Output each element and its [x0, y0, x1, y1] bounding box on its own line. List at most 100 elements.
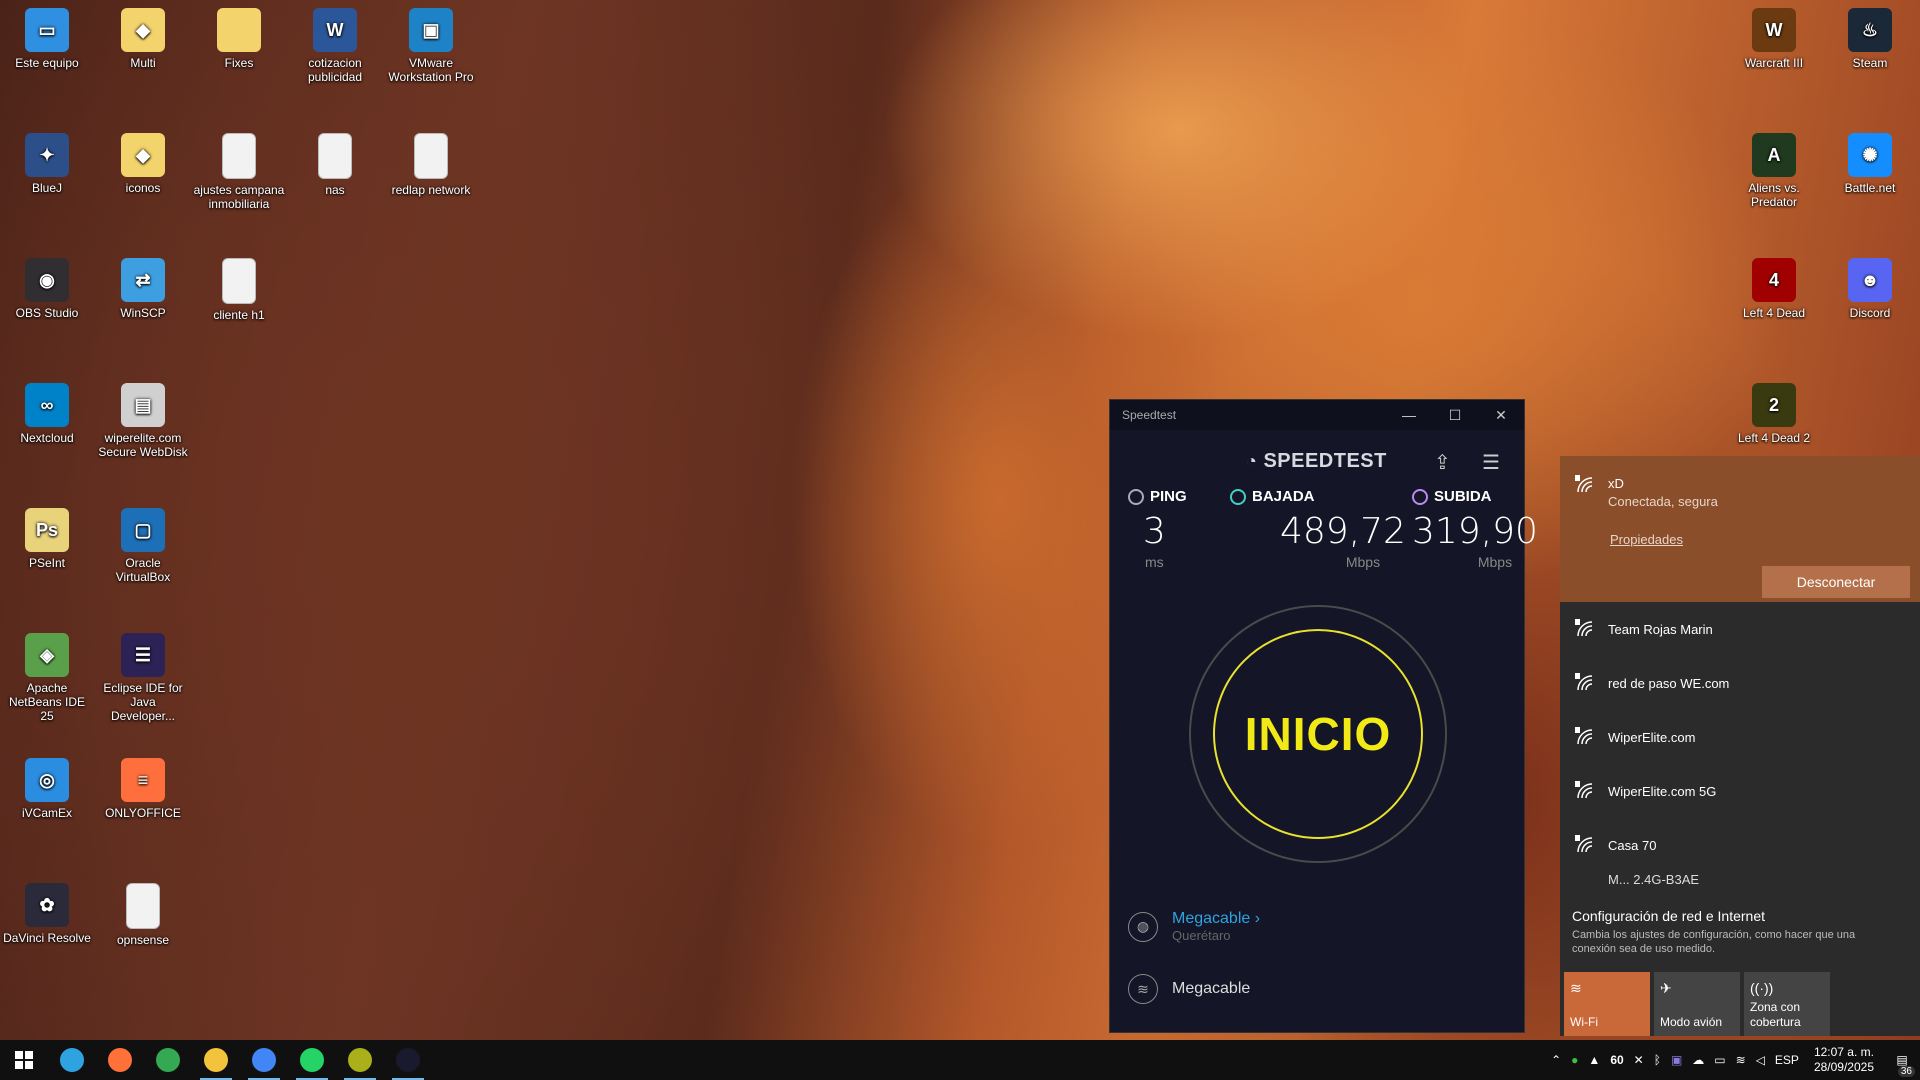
network-item[interactable]: WiperElite.com 5G [1560, 764, 1920, 818]
properties-link[interactable]: Propiedades [1610, 532, 1683, 547]
chevron-up-icon[interactable]: ⌃ [1551, 1053, 1561, 1067]
desktop-icon[interactable]: ☰ Eclipse IDE for Java Developer... [97, 627, 189, 723]
taskbar-app-whatsapp[interactable] [288, 1040, 336, 1080]
network-item[interactable]: Casa 70 [1560, 818, 1920, 872]
app-icon [217, 8, 261, 52]
quick-action-airplane[interactable]: ✈ Modo avión [1654, 972, 1740, 1036]
desktop-icon[interactable]: ▤ wiperelite.com Secure WebDisk [97, 377, 189, 459]
date: 28/09/2025 [1813, 1060, 1874, 1074]
desktop-icon-label: Battle.net [1844, 181, 1896, 195]
app-icon: 2 [1752, 383, 1796, 427]
desktop-icon-label: Oracle VirtualBox [115, 556, 171, 584]
desktop-icon[interactable]: ◈ Apache NetBeans IDE 25 [1, 627, 93, 723]
network-item[interactable]: Team Rojas Marin [1560, 602, 1920, 656]
desktop-icon[interactable]: ▭ Este equipo [1, 2, 93, 70]
ping-icon [1128, 488, 1144, 505]
network-item[interactable]: WiperElite.com [1560, 710, 1920, 764]
desktop-icon[interactable]: nas [289, 127, 381, 197]
desktop-icon[interactable]: ✦ BlueJ [1, 127, 93, 195]
desktop-icon[interactable]: ▢ Oracle VirtualBox [97, 502, 189, 584]
taskbar-app-chrome[interactable] [144, 1040, 192, 1080]
disconnect-button[interactable]: Desconectar [1762, 566, 1910, 598]
taskbar-app-speedtest[interactable] [384, 1040, 432, 1080]
desktop-icon[interactable]: ▣ VMware Workstation Pro [385, 2, 477, 84]
network-settings-link[interactable]: Configuración de red e Internet [1572, 908, 1765, 924]
desktop-icon[interactable]: ◎ iVCamEx [1, 752, 93, 820]
taskbar-app-file-explorer[interactable] [192, 1040, 240, 1080]
go-button[interactable]: INICIO [1213, 629, 1423, 839]
network-status-icon[interactable]: ✕ [1634, 1053, 1644, 1067]
network-item-label: WiperElite.com [1608, 729, 1696, 745]
isp-name[interactable]: Megacable [1172, 910, 1250, 927]
app-icon: ▢ [121, 508, 165, 552]
desktop-icon[interactable]: ◉ OBS Studio [1, 252, 93, 320]
network-flyout: xD Conectada, segura Propiedades Descone… [1560, 456, 1920, 1036]
desktop-icon[interactable]: ⇄ WinSCP [97, 252, 189, 320]
quick-action-label: Zona con cobertura [1750, 1000, 1801, 1029]
minimize-button[interactable]: — [1386, 407, 1432, 423]
settings-icon[interactable]: ☰ [1482, 450, 1500, 475]
clock[interactable]: 12:07 a. m. 28/09/2025 [1814, 1045, 1874, 1075]
desktop-icon[interactable]: cliente h1 [193, 252, 285, 322]
close-button[interactable]: ✕ [1478, 407, 1524, 424]
isp-selector[interactable]: ◍ Megacable › Querétaro [1128, 910, 1260, 943]
desktop-icon-label: Steam [1852, 56, 1888, 70]
desktop-icon-label: Warcraft III [1744, 56, 1804, 70]
network-name: Megacable [1172, 980, 1251, 997]
go-button-ring: INICIO [1189, 605, 1447, 863]
start-button[interactable] [0, 1040, 48, 1080]
drive-icon[interactable]: ▲ [1588, 1053, 1600, 1067]
quick-action-wifi[interactable]: ≋ Wi-Fi [1564, 972, 1650, 1036]
maximize-button[interactable]: ☐ [1432, 407, 1478, 424]
desktop-icon[interactable]: Wcotizacion publicidad [289, 2, 381, 84]
taskbar-app-firefox[interactable] [96, 1040, 144, 1080]
taskbar-app-fireworks[interactable] [336, 1040, 384, 1080]
taskbar-app-chrome-profile[interactable] [240, 1040, 288, 1080]
desktop-icon[interactable]: ✺ Battle.net [1824, 127, 1916, 195]
battery-icon[interactable]: ▭ [1714, 1053, 1725, 1067]
desktop-icon[interactable]: ☻ Discord [1824, 252, 1916, 320]
connected-network[interactable]: xD Conectada, segura Propiedades Descone… [1560, 456, 1920, 602]
bluetooth-icon[interactable]: ᛒ [1654, 1053, 1661, 1067]
desktop-icon[interactable]: ≡ ONLYOFFICE [97, 752, 189, 820]
language-indicator[interactable]: ESP [1775, 1053, 1799, 1067]
volume-icon[interactable]: ◁ [1756, 1053, 1765, 1067]
desktop-icon[interactable]: redlap network [385, 127, 477, 197]
quick-action-hotspot[interactable]: ((·)) Zona con cobertura [1744, 972, 1830, 1036]
desktop-icon[interactable]: W Warcraft III [1728, 2, 1820, 70]
app-icon [222, 258, 256, 304]
share-icon[interactable]: ⇪ [1434, 450, 1451, 475]
isp-location: Querétaro [1172, 928, 1231, 943]
desktop-icon-label: PSeInt [28, 556, 66, 570]
desktop-icon[interactable]: ◆ iconos [97, 127, 189, 195]
desktop-icon[interactable]: 4 Left 4 Dead [1728, 252, 1820, 320]
desktop-icon[interactable]: ajustes campana inmobiliaria [193, 127, 285, 211]
network-item[interactable]: red de paso WE.com [1560, 656, 1920, 710]
taskbar-app-edge[interactable] [48, 1040, 96, 1080]
desktop-icon-label: Left 4 Dead [1742, 306, 1806, 320]
desktop-icon[interactable]: opnsense [97, 877, 189, 947]
desktop-icon[interactable]: Ps PSeInt [1, 502, 93, 570]
wifi-icon[interactable]: ≋ [1736, 1053, 1746, 1067]
temperature-value[interactable]: 60 [1610, 1053, 1623, 1067]
desktop-icon[interactable]: Fixes [193, 2, 285, 70]
security-icon[interactable]: ● [1571, 1053, 1578, 1067]
app-icon [414, 133, 448, 179]
onedrive-icon[interactable]: ☁ [1692, 1053, 1704, 1067]
network-item-partial[interactable]: M... 2.4G-B3AE [1560, 872, 1920, 892]
desktop-icon[interactable]: ✿ DaVinci Resolve [1, 877, 93, 945]
network-item-label: Team Rojas Marin [1608, 621, 1713, 637]
desktop-icon[interactable]: 2 Left 4 Dead 2 [1728, 377, 1820, 445]
wifi-secure-icon [1575, 781, 1593, 799]
desktop-icon[interactable]: A Aliens vs. Predator [1728, 127, 1820, 209]
desktop-icon-label: Multi [130, 56, 156, 70]
app-icon: ☰ [121, 633, 165, 677]
desktop-icon[interactable]: ◆ Multi [97, 2, 189, 70]
display-icon[interactable]: ▣ [1671, 1053, 1682, 1067]
notification-center[interactable]: ▤ 36 [1884, 1053, 1920, 1077]
desktop-icon-label: Left 4 Dead 2 [1737, 431, 1811, 445]
desktop-icon[interactable]: ♨ Steam [1824, 2, 1916, 70]
speedtest-titlebar[interactable]: Speedtest — ☐ ✕ [1110, 400, 1524, 430]
desktop-icon[interactable]: ∞ Nextcloud [1, 377, 93, 445]
desktop-icon-label: WinSCP [120, 306, 166, 320]
